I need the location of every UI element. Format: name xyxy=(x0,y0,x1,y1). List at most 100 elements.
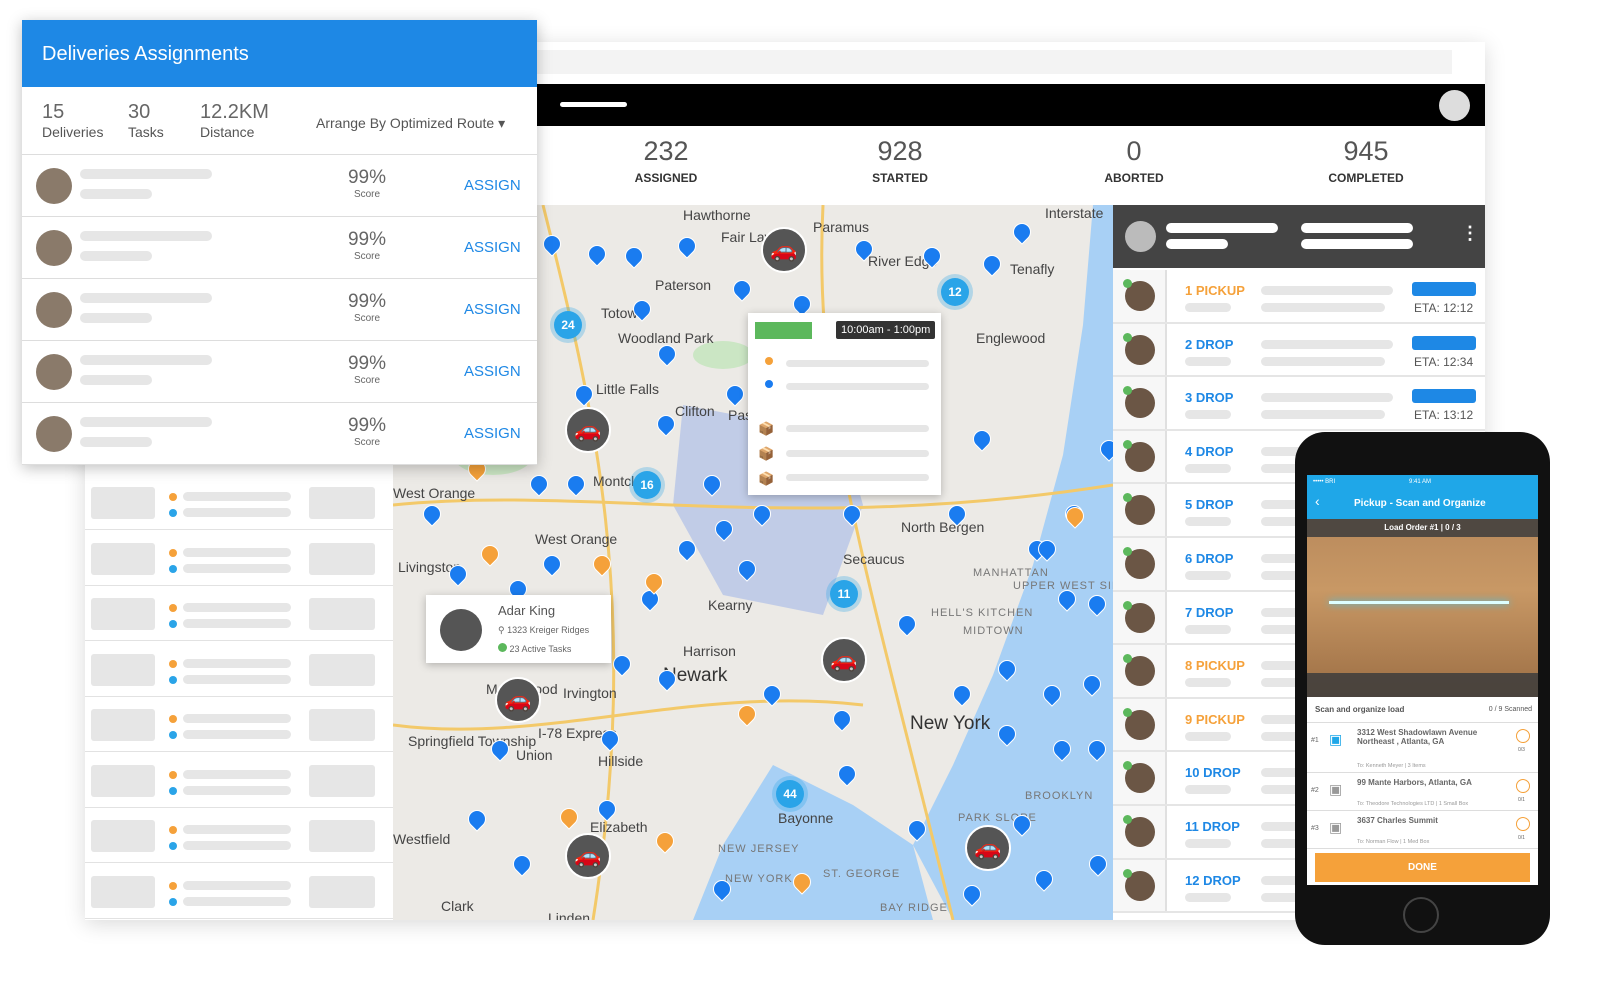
route-stop-row[interactable]: 1 PICKUP ETA: 12:12 xyxy=(1113,270,1485,324)
box-icon: 📦 xyxy=(758,421,775,436)
scan-line xyxy=(1329,601,1509,604)
assign-button[interactable]: ASSIGN xyxy=(464,301,521,318)
carrier: ••••• BRI xyxy=(1313,479,1336,485)
address-bar[interactable] xyxy=(537,50,1452,74)
assign-button[interactable]: ASSIGN xyxy=(464,425,521,442)
vehicle-marker[interactable]: 🚗 xyxy=(821,637,867,683)
map-label: ST. GEORGE xyxy=(823,868,901,880)
map-label: Englewood xyxy=(976,330,1046,346)
map-label: MANHATTAN xyxy=(973,567,1049,579)
more-menu-icon[interactable]: ⋮ xyxy=(1461,223,1479,244)
cluster-marker[interactable]: 24 xyxy=(554,311,582,339)
stop-label: 7 DROP xyxy=(1185,604,1234,620)
online-dot-icon xyxy=(1123,868,1132,878)
cluster-marker[interactable]: 16 xyxy=(633,471,661,499)
stat-value: 928 xyxy=(877,136,923,166)
list-row[interactable] xyxy=(85,808,393,863)
list-row[interactable] xyxy=(85,697,393,752)
progress-bar xyxy=(1412,389,1476,404)
vehicle-marker[interactable]: 🚗 xyxy=(965,825,1011,871)
home-button[interactable] xyxy=(1403,897,1439,933)
map-label: Tenafly xyxy=(1010,261,1055,277)
deliveries-assignments-card: Deliveries Assignments 15 Deliveries 30 Ta… xyxy=(22,20,537,465)
map-label: Paramus xyxy=(813,219,870,235)
box-icon: 📦 xyxy=(758,471,775,486)
assign-button[interactable]: ASSIGN xyxy=(464,363,521,380)
vehicle-marker[interactable]: 🚗 xyxy=(565,407,611,453)
driver-avatar xyxy=(36,230,72,266)
stat-aborted: 0 ABORTED xyxy=(1054,136,1214,185)
list-row[interactable] xyxy=(85,475,393,530)
map-label: BAY RIDGE xyxy=(880,902,948,914)
back-icon[interactable]: ‹ xyxy=(1315,493,1320,509)
driver-tasks-text: 23 Active Tasks xyxy=(509,644,572,654)
route-stop-row[interactable]: 3 DROP ETA: 13:12 xyxy=(1113,377,1485,431)
scanned-count: 0 / 9 Scanned xyxy=(1488,706,1532,713)
stop-label: 9 PICKUP xyxy=(1185,711,1245,727)
arrange-dropdown[interactable]: Arrange By Optimized Route ▾ xyxy=(316,115,505,132)
vehicle-marker[interactable]: 🚗 xyxy=(761,227,807,273)
map-label: Hillside xyxy=(598,753,644,769)
driver-popup[interactable]: Adar King ⚲ 1323 Kreiger Ridges 23 Activ… xyxy=(426,595,611,663)
nav-logo-placeholder xyxy=(560,102,627,107)
load-order: Load Order #1 | 0 / 3 xyxy=(1307,519,1538,537)
map-label: Irvington xyxy=(563,685,617,701)
clock: 9:41 AM xyxy=(1409,479,1432,485)
scan-item[interactable]: #3 ▣ 3637 Charles Summit To: Norman Flow | … xyxy=(1307,811,1538,849)
section-header: Scan and organize load 0 / 9 Scanned xyxy=(1307,697,1538,723)
location-icon: ⚲ xyxy=(498,625,508,635)
list-row[interactable] xyxy=(85,530,393,586)
tasks-count: 30 Tasks xyxy=(128,101,164,140)
route-stop-row[interactable]: 2 DROP ETA: 12:34 xyxy=(1113,323,1485,378)
map-label: West Orange xyxy=(535,531,618,547)
scan-status-icon xyxy=(1516,779,1530,793)
status-bar xyxy=(755,322,812,339)
driver-name: Adar King xyxy=(498,603,556,618)
eta: ETA: 13:12 xyxy=(1414,408,1474,423)
driver-address: ⚲ 1323 Kreiger Ridges xyxy=(498,625,589,636)
map-label: Hawthorne xyxy=(683,207,751,223)
list-row[interactable] xyxy=(85,752,393,808)
card-title: Deliveries Assignments xyxy=(22,20,537,87)
box-icon: ▣ xyxy=(1329,819,1343,835)
summary-row: 15 Deliveries 30 Tasks 12.2KM Distance Arra… xyxy=(22,87,537,155)
list-row[interactable] xyxy=(85,863,393,919)
stop-label: 1 PICKUP xyxy=(1185,283,1245,298)
stat-label: ASSIGNED xyxy=(634,171,698,185)
map-label: Kearny xyxy=(708,597,753,613)
map-label: Paterson xyxy=(655,277,712,293)
cluster-marker[interactable]: 11 xyxy=(830,580,858,608)
scan-item[interactable]: #1 ▣ 3312 West Shadowlawn Avenue Northeast… xyxy=(1307,723,1538,773)
vehicle-marker[interactable]: 🚗 xyxy=(565,833,611,879)
assignment-row: 99% Score ASSIGN xyxy=(22,403,537,465)
map-label: West Orange xyxy=(393,485,476,501)
done-button[interactable]: DONE xyxy=(1315,853,1530,882)
pickup-pin-icon xyxy=(765,357,773,365)
assign-button[interactable]: ASSIGN xyxy=(464,239,521,256)
cluster-marker[interactable]: 12 xyxy=(941,278,969,306)
driver-avatar xyxy=(36,354,72,390)
vehicle-marker[interactable]: 🚗 xyxy=(495,677,541,723)
list-row[interactable] xyxy=(85,586,393,641)
phone-screen: ••••• BRI 9:41 AM ‹ Pickup - Scan and Or… xyxy=(1307,475,1538,885)
scan-item[interactable]: #2 ▣ 99 Mante Harbors, Atlanta, GA To: Theo… xyxy=(1307,773,1538,811)
map-label: NEW YORK xyxy=(725,873,793,885)
list-row[interactable] xyxy=(85,641,393,697)
stat-label: ABORTED xyxy=(1104,171,1164,185)
box-icon: ▣ xyxy=(1329,731,1343,747)
time-window: 10:00am - 1:00pm xyxy=(836,321,936,339)
map-label: Harrison xyxy=(683,643,736,659)
stop-label: 4 DROP xyxy=(1185,443,1234,459)
assignment-row: 99% Score ASSIGN xyxy=(22,279,537,341)
stop-label: 3 DROP xyxy=(1185,390,1234,406)
map-label: Linden xyxy=(548,910,591,920)
stat-value: 232 xyxy=(643,136,689,166)
stat-completed: 945 COMPLETED xyxy=(1286,136,1446,185)
user-avatar[interactable] xyxy=(1439,90,1470,121)
driver-avatar xyxy=(36,416,72,452)
online-dot-icon xyxy=(1123,815,1132,824)
drop-pin-icon xyxy=(765,380,773,388)
map-label: Westfield xyxy=(393,831,451,847)
cluster-marker[interactable]: 44 xyxy=(776,780,804,808)
assign-button[interactable]: ASSIGN xyxy=(464,177,521,194)
